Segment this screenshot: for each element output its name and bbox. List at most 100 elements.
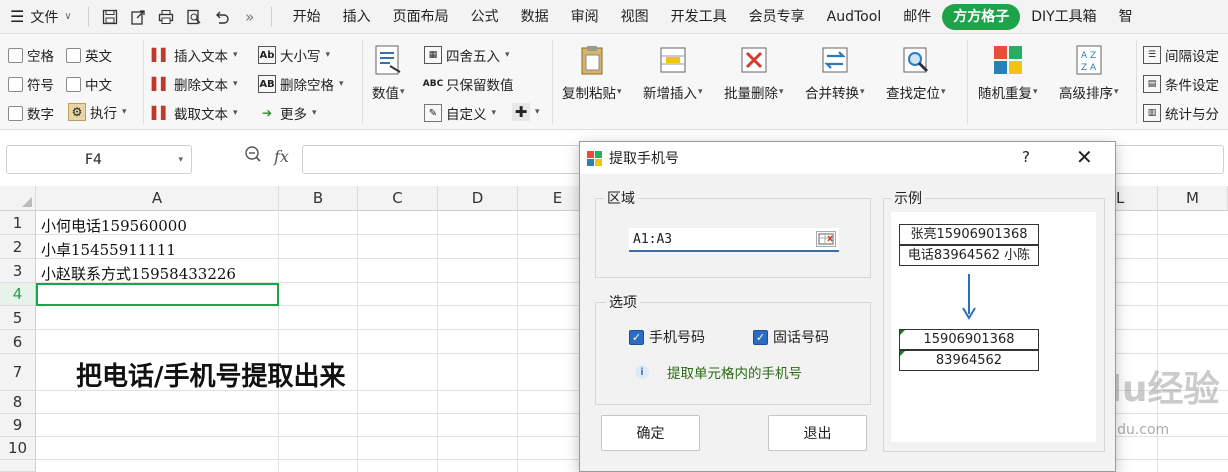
checkbox-box[interactable] (66, 47, 81, 63)
tab-page-layout[interactable]: 页面布局 (382, 4, 460, 30)
save-icon[interactable] (101, 8, 119, 26)
tab-fangfanggezi[interactable]: 方方格子 (942, 3, 1021, 30)
row-header-4[interactable]: 4 (0, 283, 36, 306)
advanced-sort-button[interactable]: A Z Z A 高级排序 ▾ (1059, 44, 1119, 102)
remove-space-button[interactable]: AB 删除空格 ▾ (258, 74, 344, 94)
example-preview: 张亮15906901368 电话83964562 小陈 15906901368 … (891, 212, 1096, 442)
row-header-11[interactable] (0, 460, 36, 472)
cell-a7-title[interactable]: 把电话/手机号提取出来 (76, 356, 346, 393)
custom-button[interactable]: ✎ 自定义 ▾ (424, 103, 496, 123)
row-header-9[interactable]: 9 (0, 414, 36, 437)
number-button[interactable]: 数值 ▾ (372, 44, 405, 102)
copy-paste-button[interactable]: 复制粘贴 ▾ (562, 44, 622, 102)
column-header-a[interactable]: A (36, 186, 279, 211)
region-label: 区域 (604, 188, 638, 208)
name-box[interactable]: F4 ▾ (6, 145, 192, 174)
round-button[interactable]: ▦ 四舍五入 ▾ (424, 45, 510, 65)
interval-setting-button[interactable]: ☰ 间隔设定 (1143, 45, 1219, 65)
ok-button[interactable]: 确定 (601, 415, 700, 451)
extract-text-label: 截取文本 (174, 107, 228, 123)
tab-insert[interactable]: 插入 (332, 4, 382, 30)
tab-data[interactable]: 数据 (510, 4, 560, 30)
file-menu[interactable]: ☰ 文件 ∨ (0, 0, 82, 34)
tab-home[interactable]: 开始 (282, 4, 332, 30)
option-mobile[interactable]: ✓ 手机号码 (629, 327, 705, 347)
add-button[interactable]: ✚ ▾ (512, 103, 540, 121)
tab-more[interactable]: 智 (1108, 4, 1144, 30)
cell-a2[interactable]: 小卓15455911111 (41, 239, 176, 260)
range-picker-button[interactable] (816, 231, 836, 247)
checkbox-english[interactable]: 英文 (66, 45, 112, 65)
chevron-down-icon: ▾ (233, 79, 238, 89)
exit-button[interactable]: 退出 (768, 415, 867, 451)
more-button[interactable]: ➔ 更多 ▾ (258, 103, 317, 123)
extract-text-icon: ▌▌ (151, 106, 171, 120)
random-repeat-button[interactable]: 随机重复 ▾ (978, 44, 1038, 102)
export-icon[interactable] (129, 8, 147, 26)
dialog-titlebar[interactable]: 提取手机号 ? ✕ (580, 142, 1115, 174)
fx-icon[interactable]: fx (274, 147, 289, 166)
tab-audtool[interactable]: AudTool (816, 4, 893, 30)
checkbox-symbol[interactable]: 符号 (8, 74, 54, 94)
execute-button[interactable]: ⚙ 执行 ▾ (68, 102, 127, 122)
row-header-2[interactable]: 2 (0, 235, 36, 259)
row-header-1[interactable]: 1 (0, 211, 36, 235)
find-locate-button[interactable]: 查找定位 ▾ (886, 44, 946, 102)
range-input[interactable]: A1:A3 (629, 228, 839, 252)
print-preview-icon[interactable] (185, 8, 203, 26)
tab-review[interactable]: 审阅 (560, 4, 610, 30)
checkbox-chinese[interactable]: 中文 (66, 74, 112, 94)
column-header-c[interactable]: C (358, 186, 438, 211)
undo-icon[interactable] (213, 8, 231, 26)
batch-delete-button[interactable]: 批量删除 ▾ (724, 44, 784, 102)
select-all-corner[interactable] (0, 186, 36, 211)
checkbox-space[interactable]: 空格 (8, 45, 54, 65)
chevron-down-icon[interactable]: ▾ (178, 155, 183, 165)
tab-developer[interactable]: 开发工具 (660, 4, 738, 30)
insert-text-icon: ▌▌ (151, 48, 171, 62)
row-header-6[interactable]: 6 (0, 330, 36, 354)
tab-mail[interactable]: 邮件 (892, 4, 942, 30)
tab-view[interactable]: 视图 (610, 4, 660, 30)
close-button[interactable]: ✕ (1076, 145, 1093, 169)
keep-number-button[interactable]: ABC 只保留数值 (423, 74, 514, 94)
option-landline[interactable]: ✓ 固话号码 (753, 327, 829, 347)
active-cell-selection[interactable] (36, 283, 279, 306)
advanced-sort-label: 高级排序 (1059, 86, 1113, 102)
checkbox-box[interactable] (8, 76, 23, 92)
row-header-8[interactable]: 8 (0, 391, 36, 414)
checkbox-checked[interactable]: ✓ (629, 329, 644, 345)
cell-a1[interactable]: 小何电话159560000 (41, 215, 187, 236)
row-header-5[interactable]: 5 (0, 306, 36, 330)
delete-text-button[interactable]: ▌▌ 删除文本 ▾ (152, 74, 238, 94)
column-header-m[interactable]: M (1158, 186, 1228, 211)
insert-new-button[interactable]: 新增插入 ▾ (643, 44, 703, 102)
column-header-b[interactable]: B (279, 186, 358, 211)
print-icon[interactable] (157, 8, 175, 26)
tab-diy-toolbox[interactable]: DIY工具箱 (1020, 4, 1107, 30)
remove-space-icon: AB (258, 75, 276, 93)
extract-text-button[interactable]: ▌▌ 截取文本 ▾ (152, 103, 238, 123)
insert-text-button[interactable]: ▌▌ 插入文本 ▾ (152, 45, 238, 65)
checkbox-box[interactable] (8, 47, 23, 63)
checkbox-box[interactable] (8, 105, 23, 121)
merge-convert-button[interactable]: 合并转换 ▾ (805, 44, 865, 102)
tab-member[interactable]: 会员专享 (738, 4, 816, 30)
row-header-7[interactable]: 7 (0, 354, 36, 391)
checkbox-box[interactable] (66, 76, 81, 92)
delete-text-label: 删除文本 (174, 78, 228, 94)
tab-formulas[interactable]: 公式 (460, 4, 510, 30)
case-button[interactable]: Ab 大小写 ▾ (258, 45, 330, 65)
checkbox-number[interactable]: 数字 (8, 103, 54, 123)
statistics-button[interactable]: ▥ 统计与分 (1143, 103, 1219, 123)
column-header-d[interactable]: D (438, 186, 518, 211)
row-header-10[interactable]: 10 (0, 437, 36, 460)
cell-a3[interactable]: 小赵联系方式15958433226 (41, 263, 236, 284)
zoom-formula-icon[interactable] (244, 145, 262, 167)
help-button[interactable]: ? (1022, 148, 1030, 166)
checkbox-checked[interactable]: ✓ (753, 329, 768, 345)
condition-setting-button[interactable]: ▤ 条件设定 (1143, 74, 1219, 94)
row-header-3[interactable]: 3 (0, 259, 36, 283)
more-icon[interactable]: » (241, 8, 259, 26)
extract-phone-dialog: 提取手机号 ? ✕ 区域 A1:A3 选项 ✓ 手机号码 ✓ 固话号码 i 提取… (579, 141, 1116, 472)
